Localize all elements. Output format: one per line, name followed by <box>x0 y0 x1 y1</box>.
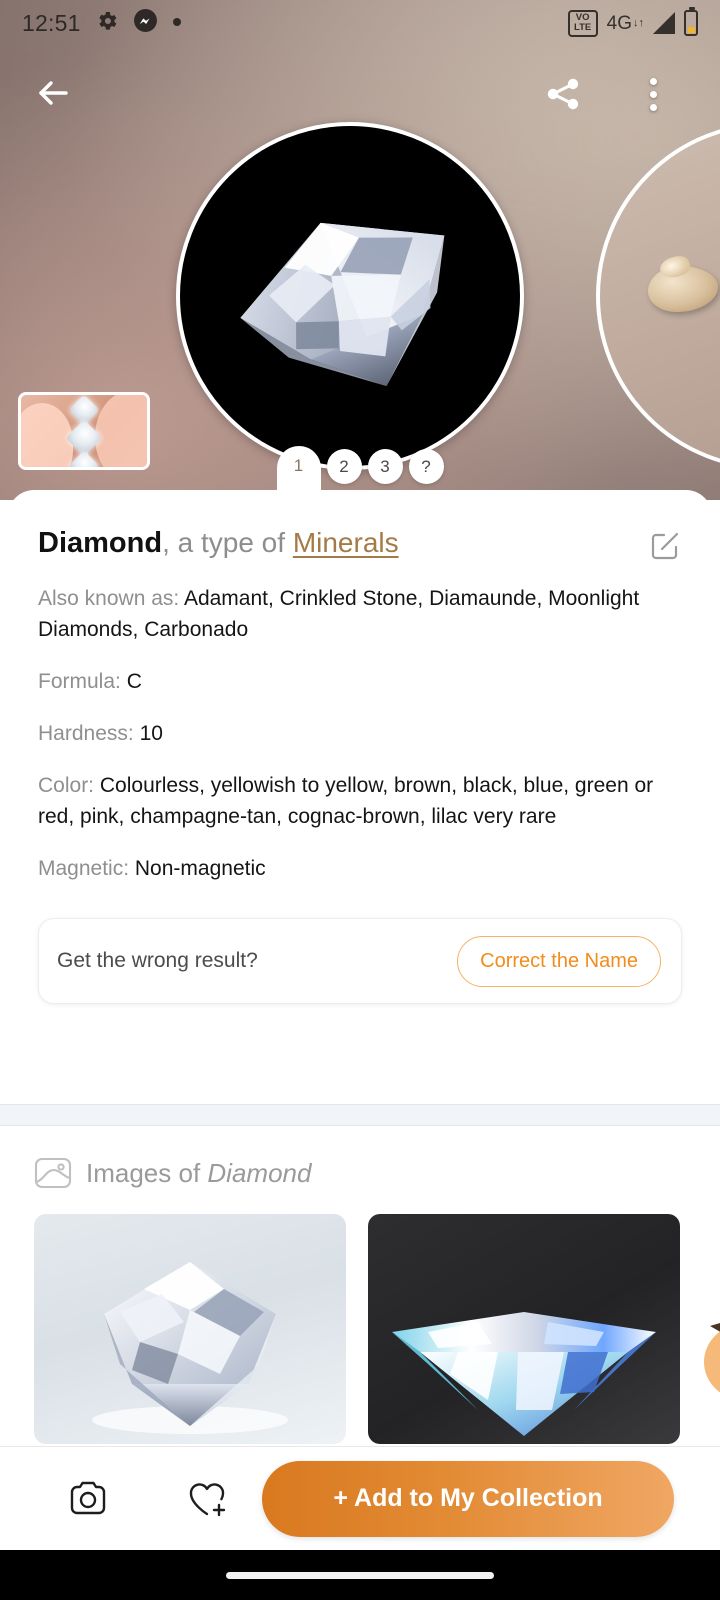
tab-label: 1 <box>293 456 304 475</box>
signal-icon <box>653 12 675 34</box>
property-hardness: Hardness: 10 <box>38 718 682 749</box>
back-arrow-icon[interactable] <box>30 70 76 116</box>
wrong-result-box: Get the wrong result? Correct the Name <box>38 918 682 1004</box>
property-label: Also known as: <box>38 587 180 610</box>
property-value: Non-magnetic <box>134 857 266 880</box>
top-action-bar <box>0 62 720 132</box>
status-bar-right: VO LTE 4G ↓↑ <box>567 7 698 37</box>
tab-result-2[interactable]: 2 <box>326 449 362 484</box>
property-formula: Formula: C <box>38 666 682 697</box>
type-prefix: , a type of <box>162 527 293 558</box>
property-value: 10 <box>139 722 163 745</box>
heart-plus-icon[interactable] <box>180 1471 236 1527</box>
edit-icon[interactable] <box>648 528 682 562</box>
settings-gear-icon <box>95 9 119 38</box>
property-value: C <box>126 670 142 693</box>
image-gallery-icon <box>34 1156 72 1190</box>
tab-label: 2 <box>339 456 349 476</box>
image-card[interactable] <box>34 1214 346 1444</box>
status-bar-left: 12:51 <box>22 8 182 38</box>
images-row <box>0 1190 720 1444</box>
home-indicator[interactable] <box>226 1571 494 1579</box>
camera-icon[interactable] <box>62 1471 118 1527</box>
mineral-specimen-illustration <box>648 266 718 312</box>
image-card[interactable] <box>368 1214 680 1444</box>
network-label: 4G <box>606 12 632 34</box>
property-value: Colourless, yellowish to yellow, brown, … <box>38 774 654 828</box>
tab-label: ? <box>421 456 431 476</box>
property-color: Color: Colourless, yellowish to yellow, … <box>38 770 682 832</box>
recording-dot-icon <box>172 14 182 32</box>
volte-bottom-label: LTE <box>574 22 592 33</box>
add-to-my-collection-button[interactable]: + Add to My Collection <box>262 1460 674 1537</box>
battery-icon <box>684 7 698 36</box>
result-tabs: 1 2 3 ? <box>0 446 720 503</box>
category-link[interactable]: Minerals <box>293 527 399 558</box>
ring-photo-partial <box>704 1323 720 1393</box>
property-magnetic: Magnetic: Non-magnetic <box>38 853 682 884</box>
property-label: Magnetic: <box>38 857 130 880</box>
volte-icon: VO LTE <box>567 9 598 37</box>
species-name: Diamond <box>38 527 163 559</box>
property-label: Color: <box>38 774 95 797</box>
messenger-icon <box>133 8 158 38</box>
images-title-prefix: Images of <box>86 1157 208 1188</box>
status-bar: 12:51 VO LTE 4G ↓↑ <box>0 0 720 46</box>
network-arrows: ↓↑ <box>633 16 644 29</box>
image-card-partial[interactable] <box>702 1214 720 1444</box>
property-label: Formula: <box>38 670 121 693</box>
property-also-known-as: Also known as: Adamant, Crinkled Stone, … <box>38 583 682 645</box>
diamond-photo-dark <box>392 1312 656 1436</box>
tab-result-3[interactable]: 3 <box>367 449 403 484</box>
images-section-header: Images of Diamond <box>0 1126 720 1190</box>
images-section: Images of Diamond <box>0 1126 720 1446</box>
diamond-photo-light <box>92 1262 288 1434</box>
correct-the-name-button[interactable]: Correct the Name <box>457 935 661 987</box>
diamond-illustration <box>240 222 445 387</box>
system-navigation-bar <box>0 1550 720 1600</box>
tab-result-1[interactable]: 1 <box>276 446 321 503</box>
images-section-title: Images of Diamond <box>86 1158 311 1189</box>
property-label: Hardness: <box>38 722 134 745</box>
network-type-icon: 4G ↓↑ <box>607 14 644 33</box>
page-title: Diamond, a type of Minerals <box>38 526 399 560</box>
images-title-subject: Diamond <box>207 1157 312 1188</box>
tab-help[interactable]: ? <box>408 449 444 484</box>
bottom-action-bar: + Add to My Collection <box>0 1446 720 1550</box>
tab-label: 3 <box>380 456 390 476</box>
section-separator <box>0 1104 720 1126</box>
title-row: Diamond, a type of Minerals <box>38 526 682 562</box>
more-options-icon[interactable] <box>632 70 674 118</box>
result-info-card: Diamond, a type of Minerals Also known a… <box>8 490 712 1004</box>
status-time: 12:51 <box>22 9 81 36</box>
wrong-result-question: Get the wrong result? <box>57 949 258 972</box>
share-icon[interactable] <box>540 70 588 118</box>
hero-image-current[interactable] <box>176 122 524 470</box>
